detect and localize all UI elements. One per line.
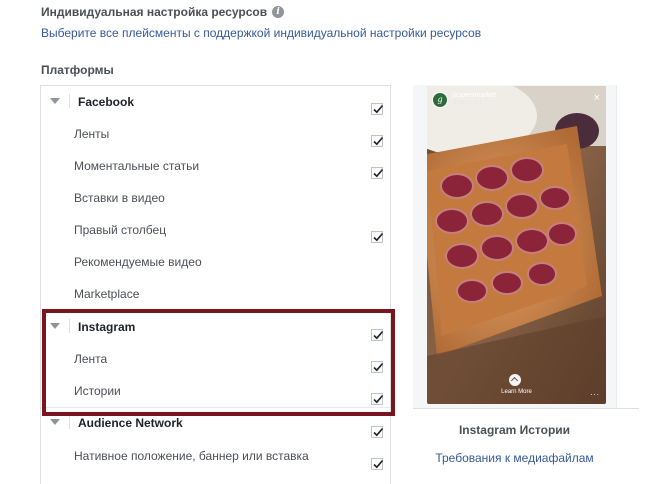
- checkbox-audience-network[interactable]: [371, 426, 384, 438]
- placement-row-right-column[interactable]: Правый столбец: [41, 214, 390, 246]
- platform-header-instagram[interactable]: Instagram: [41, 311, 390, 343]
- placement-row-feeds[interactable]: Ленты: [41, 118, 390, 150]
- checkbox-instagram-stories[interactable]: [371, 393, 384, 405]
- platform-name: Facebook: [78, 95, 135, 109]
- placement-label: Нативное положение, баннер или вставка: [74, 449, 309, 463]
- placement-label: Моментальные статьи: [74, 159, 200, 173]
- platform-name: Instagram: [78, 320, 136, 334]
- checkbox-facebook[interactable]: [371, 103, 384, 115]
- platform-header-facebook[interactable]: Facebook: [41, 86, 390, 118]
- checkbox-instagram-feed[interactable]: [371, 361, 384, 373]
- account-avatar: g: [432, 92, 448, 108]
- placement-label: Правый столбец: [74, 223, 167, 237]
- platforms-label: Платформы: [41, 63, 114, 77]
- placement-row-suggested-video[interactable]: Рекомендуемые видео: [41, 246, 390, 278]
- close-icon: ×: [593, 92, 600, 104]
- placement-label: Marketplace: [74, 287, 140, 301]
- placement-label: Лента: [74, 352, 108, 366]
- separator: [69, 94, 70, 108]
- checkbox-instagram[interactable]: [371, 329, 384, 341]
- placement-row-instagram-stories[interactable]: Истории: [41, 375, 390, 407]
- placement-label: Рекомендуемые видео: [74, 255, 202, 269]
- select-all-placements-link[interactable]: Выберите все плейсменты с поддержкой инд…: [41, 26, 481, 40]
- account-name: jaspersmarket: [452, 92, 496, 99]
- placement-label: Истории: [74, 384, 121, 398]
- learn-more-label: Learn More: [501, 389, 532, 395]
- placement-row-marketplace[interactable]: Marketplace: [41, 278, 390, 310]
- platform-name: Audience Network: [78, 416, 183, 430]
- checkbox-right-column[interactable]: [371, 231, 384, 243]
- caret-down-icon[interactable]: [50, 419, 60, 425]
- separator: [69, 415, 70, 429]
- fig-tart-photo: [427, 86, 606, 404]
- section-title-text: Индивидуальная настройка ресурсов: [41, 5, 268, 19]
- chevron-up-icon: [509, 374, 521, 386]
- placement-label: Вставки в видео: [74, 191, 165, 205]
- checkbox-feeds[interactable]: [371, 135, 384, 147]
- preview-caption: Instagram Истории: [458, 423, 571, 437]
- placement-row-instagram-feed[interactable]: Лента: [41, 343, 390, 375]
- sponsored-label: Sponsored: [452, 100, 482, 106]
- section-title: Индивидуальная настройка ресурсов i: [41, 5, 285, 19]
- placement-row-in-stream-video[interactable]: Вставки в видео: [41, 182, 390, 214]
- divider: [41, 309, 390, 310]
- separator: [69, 319, 70, 333]
- placement-row-instant-articles[interactable]: Моментальные статьи: [41, 150, 390, 182]
- platform-header-audience-network[interactable]: Audience Network: [41, 408, 390, 440]
- story-preview-image: g jaspersmarket Sponsored × Learn More .…: [427, 86, 606, 404]
- placement-label: Ленты: [74, 127, 110, 141]
- info-icon[interactable]: i: [272, 6, 285, 18]
- preview-divider: [413, 408, 639, 409]
- caret-down-icon[interactable]: [50, 323, 60, 329]
- placement-row-native-banner-interstitial[interactable]: Нативное положение, баннер или вставка: [41, 440, 390, 472]
- checkbox-instant-articles[interactable]: [371, 167, 384, 179]
- more-icon: ...: [590, 388, 600, 397]
- caret-down-icon[interactable]: [50, 98, 60, 104]
- checkbox-native-banner-interstitial[interactable]: [371, 458, 384, 470]
- media-requirements-link[interactable]: Требования к медиафайлам: [413, 451, 616, 465]
